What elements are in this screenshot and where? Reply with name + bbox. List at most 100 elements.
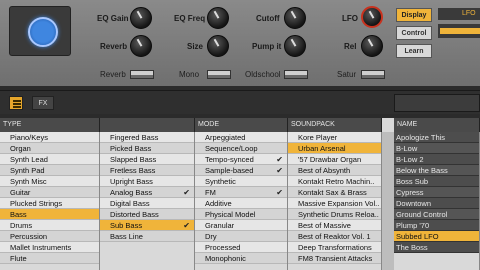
- subtype-list-item[interactable]: Bass Line: [100, 231, 194, 242]
- type-column-header[interactable]: Type: [0, 118, 100, 132]
- type-list-item[interactable]: Synth Misc: [0, 176, 99, 187]
- mode-column-header[interactable]: Mode: [195, 118, 288, 132]
- type-list-item[interactable]: Bass: [0, 209, 99, 220]
- name-item-label: B-Low 2: [396, 155, 424, 164]
- name-list-item[interactable]: Plump '70: [394, 220, 479, 231]
- main-knob-frame: [9, 6, 71, 56]
- type-list-item[interactable]: Flute: [0, 253, 99, 264]
- subtype-list-item[interactable]: Digital Bass: [100, 198, 194, 209]
- soundpack-list-item[interactable]: FM8 Transient Attacks: [288, 253, 381, 264]
- control-button[interactable]: Control: [396, 26, 432, 40]
- learn-button[interactable]: Learn: [396, 44, 432, 58]
- name-list-item[interactable]: Downtown: [394, 198, 479, 209]
- size-knob[interactable]: [207, 35, 229, 57]
- mode-list-item[interactable]: Granular: [195, 220, 287, 231]
- subtype-list-item[interactable]: Slapped Bass: [100, 154, 194, 165]
- eq-gain-knob[interactable]: [130, 7, 152, 29]
- soundpack-list-item[interactable]: Deep Transformations: [288, 242, 381, 253]
- soundpack-list-item[interactable]: Massive Expansion Vol..: [288, 198, 381, 209]
- subtype-list-item[interactable]: Analog Bass ✔: [100, 187, 194, 198]
- soundpack-column-header[interactable]: Soundpack: [288, 118, 382, 132]
- eq-freq-knob[interactable]: [207, 7, 229, 29]
- checkmark-icon: ✔: [276, 188, 283, 197]
- lfo-label: LFO: [342, 14, 358, 23]
- soundpack-list-item[interactable]: Synthetic Drums Reloa..: [288, 209, 381, 220]
- type-list-item[interactable]: Synth Lead: [0, 154, 99, 165]
- checkmark-icon: ✔: [183, 221, 190, 230]
- name-list-item[interactable]: Below the Bass: [394, 165, 479, 176]
- type-list-item[interactable]: Drums: [0, 220, 99, 231]
- type-list-item[interactable]: Mallet Instruments: [0, 242, 99, 253]
- soundpack-list-item[interactable]: '57 Drawbar Organ: [288, 154, 381, 165]
- name-column-header[interactable]: Name: [394, 118, 480, 132]
- name-list-item[interactable]: B-Low: [394, 143, 479, 154]
- subtype-item-label: Distorted Bass: [110, 210, 159, 219]
- fx-button[interactable]: FX: [32, 96, 54, 110]
- type-list-item[interactable]: Organ: [0, 143, 99, 154]
- mode-list-item[interactable]: Dry: [195, 231, 287, 242]
- mode-list-item[interactable]: Monophonic: [195, 253, 287, 264]
- name-list-item[interactable]: Subbed LFO: [394, 231, 479, 242]
- subtype-item-label: Bass Line: [110, 232, 143, 241]
- soundpack-list-item[interactable]: Kontakt Retro Machin..: [288, 176, 381, 187]
- mode-list-item[interactable]: Sequence/Loop: [195, 143, 287, 154]
- name-list-item[interactable]: The Boss: [394, 242, 479, 253]
- name-list-item[interactable]: B-Low 2: [394, 154, 479, 165]
- rel-knob[interactable]: [361, 35, 383, 57]
- mode-list-item[interactable]: Synthetic: [195, 176, 287, 187]
- mode-list-item[interactable]: Tempo-synced ✔: [195, 154, 287, 165]
- list-view-icon[interactable]: [9, 96, 23, 110]
- soundpack-list-item[interactable]: Urban Arsenal: [288, 143, 381, 154]
- lfo-display-bar: [438, 24, 480, 38]
- lfo-display-tag: LFO: [438, 8, 480, 20]
- lfo-knob[interactable]: [361, 6, 383, 28]
- mono-switch[interactable]: [207, 70, 231, 79]
- oldschool-switch[interactable]: [284, 70, 308, 79]
- name-item-label: Below the Bass: [396, 166, 448, 175]
- mode-list-item[interactable]: Additive: [195, 198, 287, 209]
- type-list-item[interactable]: Percussion: [0, 231, 99, 242]
- soundpack-list-item[interactable]: Kontakt Sax & Brass: [288, 187, 381, 198]
- mode-list-item[interactable]: Physical Model: [195, 209, 287, 220]
- reverb-switch[interactable]: [130, 70, 154, 79]
- subtype-list-item[interactable]: Fretless Bass: [100, 165, 194, 176]
- display-button[interactable]: Display: [396, 8, 432, 22]
- soundpack-list-item[interactable]: Kore Player: [288, 132, 381, 143]
- name-list-item[interactable]: Cypress: [394, 187, 479, 198]
- soundpack-list-item[interactable]: Best of Reaktor Vol. 1: [288, 231, 381, 242]
- subtype-list-item[interactable]: Upright Bass: [100, 176, 194, 187]
- pump-it-knob[interactable]: [284, 35, 306, 57]
- soundpack-list-item[interactable]: Best of Absynth: [288, 165, 381, 176]
- type-list-item[interactable]: Guitar: [0, 187, 99, 198]
- mode-list-item[interactable]: Arpeggiated: [195, 132, 287, 143]
- subtype-list-item[interactable]: Fingered Bass: [100, 132, 194, 143]
- subtype-list-item[interactable]: Picked Bass: [100, 143, 194, 154]
- mode-list-item[interactable]: FM ✔: [195, 187, 287, 198]
- soundpack-item-label: Kore Player: [298, 133, 338, 142]
- subtype-list-item[interactable]: Sub Bass ✔: [100, 220, 194, 231]
- mode-list-item[interactable]: Sample-based ✔: [195, 165, 287, 176]
- search-input[interactable]: [394, 94, 480, 112]
- cutoff-knob[interactable]: [284, 7, 306, 29]
- type-list-item[interactable]: Synth Pad: [0, 165, 99, 176]
- checkmark-icon: ✔: [276, 155, 283, 164]
- type-item-label: Bass: [10, 210, 27, 219]
- soundpack-item-label: Best of Absynth: [298, 166, 351, 175]
- subtype-column-header[interactable]: [100, 118, 195, 132]
- type-list-item[interactable]: Plucked Strings: [0, 198, 99, 209]
- instrument-control-panel: EQ Gain EQ Freq Cutoff LFO Reverb Size P…: [0, 0, 480, 86]
- mode-item-label: FM: [205, 188, 216, 197]
- name-list-item[interactable]: Boss Sub: [394, 176, 479, 187]
- name-list-item[interactable]: Apologize This: [394, 132, 479, 143]
- main-volume-knob[interactable]: [28, 17, 58, 47]
- subtype-list-item[interactable]: Distorted Bass: [100, 209, 194, 220]
- column-scrollbar[interactable]: [382, 132, 394, 270]
- reverb-knob[interactable]: [130, 35, 152, 57]
- soundpack-list-item[interactable]: Best of Massive: [288, 220, 381, 231]
- name-list-item[interactable]: Ground Control: [394, 209, 479, 220]
- satur-switch[interactable]: [361, 70, 385, 79]
- type-list-item[interactable]: Piano/Keys: [0, 132, 99, 143]
- subtype-item-label: Fretless Bass: [110, 166, 156, 175]
- mode-list-item[interactable]: Processed: [195, 242, 287, 253]
- name-item-label: Apologize This: [396, 133, 446, 142]
